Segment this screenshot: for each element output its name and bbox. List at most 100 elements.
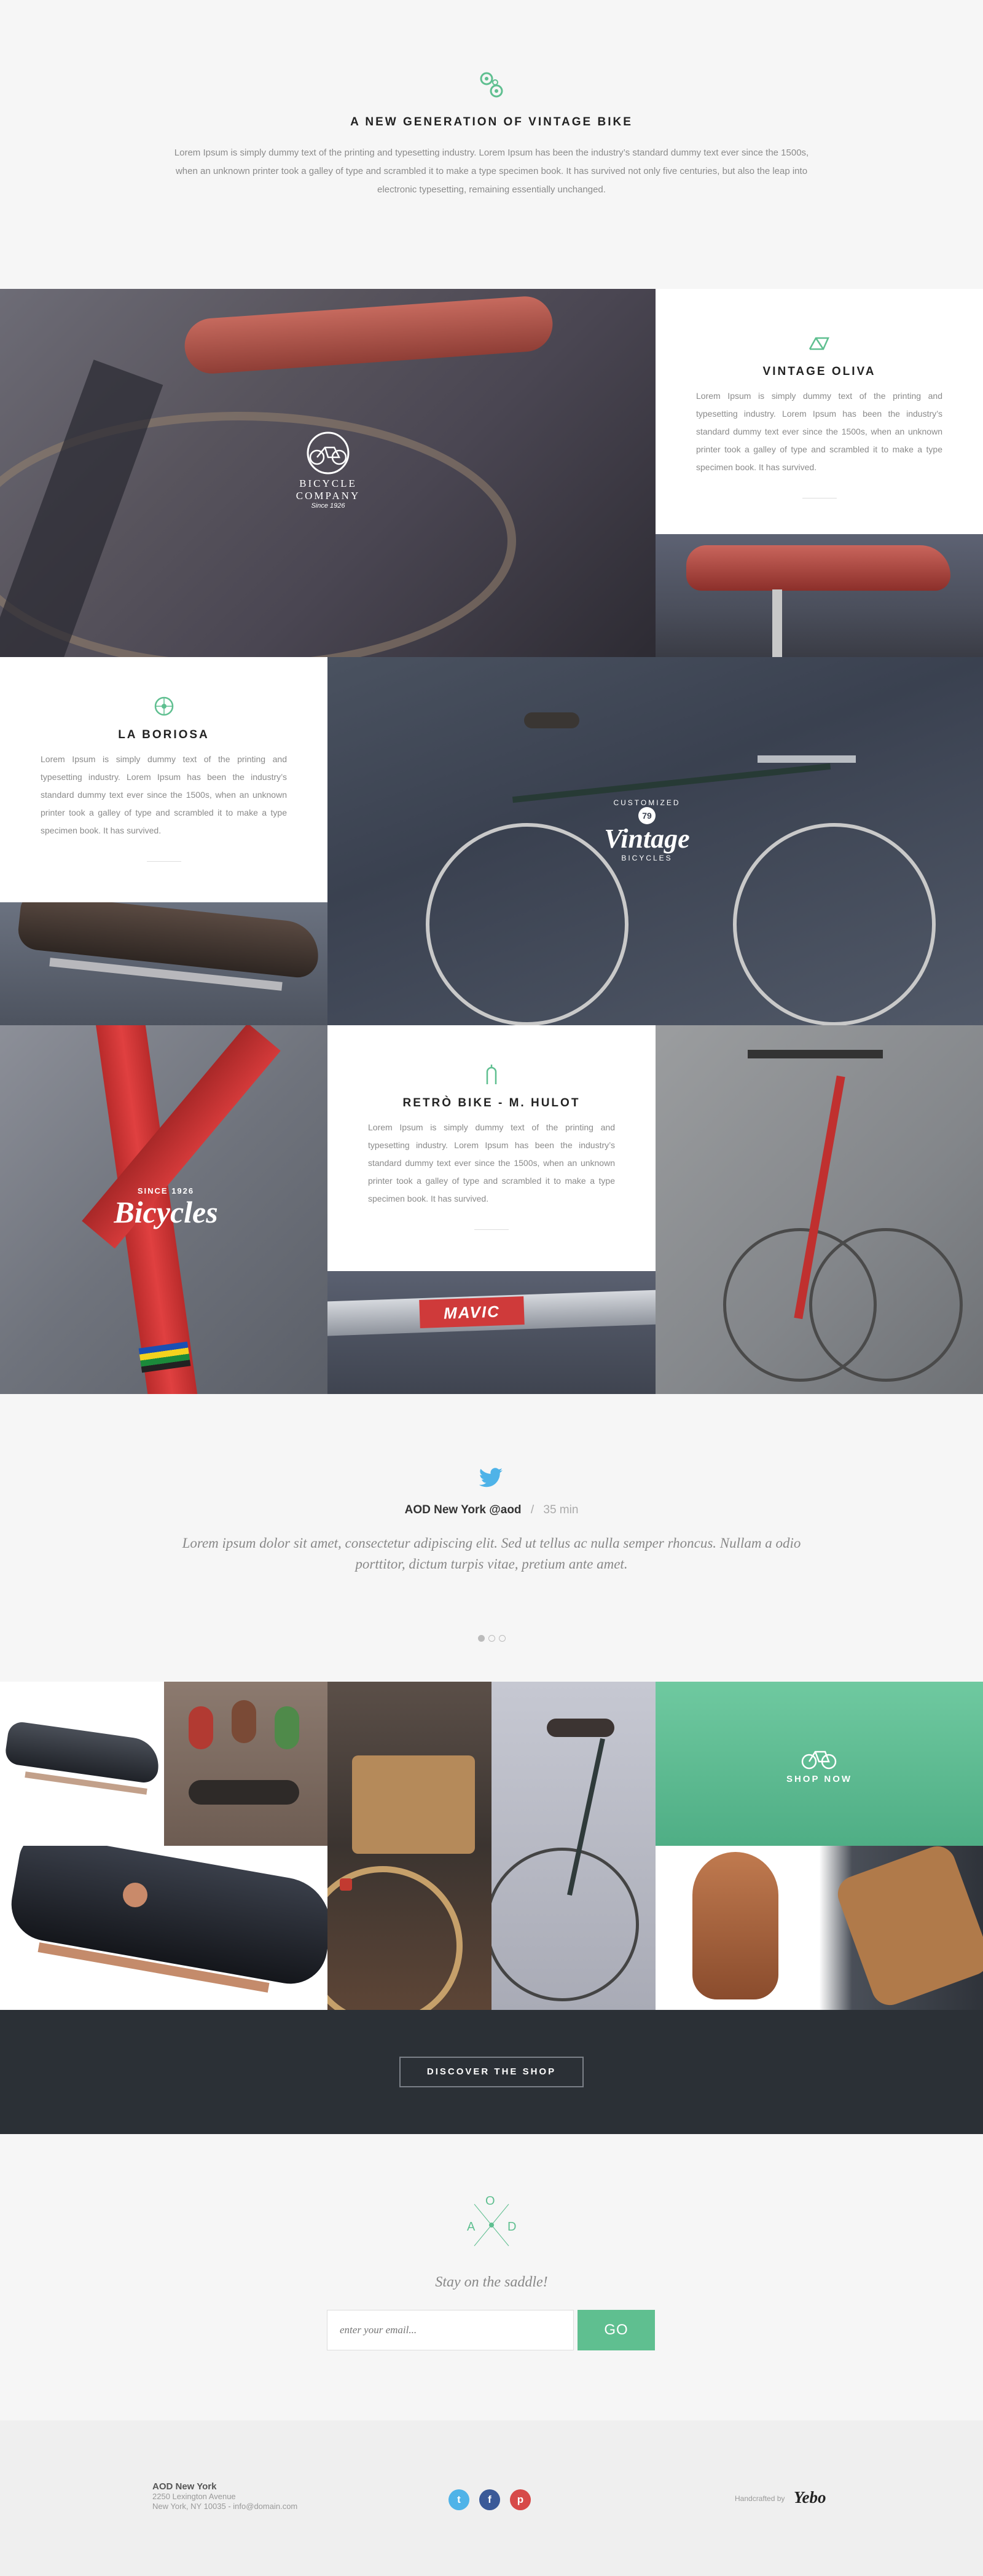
handlebar-photo: BICYCLE COMPANY Since 1926 <box>0 289 656 657</box>
twitter-icon[interactable]: t <box>448 2489 469 2510</box>
wheel-icon <box>154 696 173 716</box>
saddle-red <box>189 1706 213 1749</box>
card-divider <box>146 861 181 862</box>
shop-item-saddle-closeup[interactable] <box>0 1846 327 2010</box>
logo-line3: Since 1926 <box>311 502 345 510</box>
card-vintage-oliva: VINTAGE OLIVA Lorem Ipsum is simply dumm… <box>656 289 983 541</box>
handlebar <box>748 1050 883 1058</box>
shop-item-bike[interactable] <box>492 1682 656 2010</box>
footer-address-line2: New York, NY 10035 - info@domain.com <box>152 2502 298 2511</box>
saddle-photo <box>656 534 983 657</box>
mark-letter-o: O <box>485 2194 495 2208</box>
card-retro-bike: RETRÒ BIKE - M. HULOT Lorem Ipsum is sim… <box>327 1025 656 1278</box>
footer: AOD New York 2250 Lexington Avenue New Y… <box>0 2420 983 2576</box>
tweet-handle[interactable]: @aod <box>489 1503 521 1516</box>
footer-address-line1: 2250 Lexington Avenue <box>152 2492 236 2501</box>
card-text: Lorem Ipsum is simply dummy text of the … <box>41 754 287 835</box>
discover-section: DISCOVER THE SHOP <box>0 2010 983 2134</box>
yebo-logo[interactable]: Yebo <box>794 2488 826 2507</box>
handlebar-tape <box>182 294 555 376</box>
facebook-icon[interactable]: f <box>479 2489 500 2510</box>
tweet-separator: / <box>530 1503 535 1516</box>
tweet-author: AOD New York <box>404 1503 486 1516</box>
gears-icon <box>480 72 503 98</box>
shop-item-bag[interactable] <box>327 1682 492 2010</box>
saddle-green <box>275 1706 299 1749</box>
saddle-leather <box>686 545 950 591</box>
rear-wheel <box>809 1228 963 1382</box>
tweet-section: AOD New York @aod / 35 min Lorem ipsum d… <box>0 1394 983 1682</box>
red-bike-wall-photo <box>656 1025 983 1394</box>
footer-contact: AOD New York 2250 Lexington Avenue New Y… <box>152 2482 297 2511</box>
leather-bag <box>352 1755 475 1854</box>
intro-section: A NEW GENERATION OF VINTAGE BIKE Lorem I… <box>0 0 983 289</box>
bike-frame-icon <box>809 337 829 350</box>
card-title: RETRÒ BIKE - M. HULOT <box>402 1097 581 1109</box>
discover-shop-button[interactable]: DISCOVER THE SHOP <box>399 2057 584 2087</box>
intro-title: A NEW GENERATION OF VINTAGE BIKE <box>350 116 633 128</box>
card-text: Lorem Ipsum is simply dummy text of the … <box>368 1122 615 1203</box>
card-title: LA BORIOSA <box>118 728 210 741</box>
handcrafted-label: Handcrafted by <box>735 2494 785 2503</box>
red-frame-photo: SINCE 1926 Bicycles <box>0 1025 327 1394</box>
rim-photo: MAVIC <box>327 1271 656 1394</box>
bicycles-logo: SINCE 1926 Bicycles <box>92 1186 240 1229</box>
saddle <box>692 1852 778 1999</box>
footer-company-name: AOD New York <box>152 2481 217 2492</box>
rivet <box>123 1883 147 1907</box>
card-divider <box>474 1229 509 1230</box>
saddle-leather <box>16 902 322 980</box>
rim-label: MAVIC <box>419 1296 525 1328</box>
vintage-logo: CUSTOMIZED 79 Vintage BICYCLES <box>585 798 708 862</box>
mark-letter-d: D <box>507 2220 517 2234</box>
saddle-black <box>189 1780 299 1805</box>
logo-word: Vintage <box>604 824 690 854</box>
tweet-time: 35 min <box>543 1503 579 1516</box>
bicycle-company-logo: BICYCLE COMPANY Since 1926 <box>285 431 371 510</box>
intro-text: Lorem Ipsum is simply dummy text of the … <box>174 148 809 195</box>
handlebar <box>758 755 856 763</box>
tweet-text: Lorem ipsum dolor sit amet, consectetur … <box>182 1535 801 1572</box>
wheel <box>492 1848 639 2001</box>
saddle <box>547 1719 614 1737</box>
shop-item-saddle-display[interactable] <box>164 1682 327 1846</box>
newsletter-tagline: Stay on the saddle! <box>435 2274 548 2290</box>
slider-dot-2[interactable] <box>488 1635 495 1642</box>
tweet-meta: AOD New York @aod / 35 min <box>0 1503 983 1517</box>
bicycle-icon <box>801 1751 837 1770</box>
shop-now-label[interactable]: SHOP NOW <box>656 1774 983 1784</box>
subscribe-button[interactable]: GO <box>578 2310 655 2350</box>
card-text: Lorem Ipsum is simply dummy text of the … <box>696 391 942 472</box>
fork-icon <box>486 1065 497 1084</box>
saddle <box>524 712 579 728</box>
logo-word: Bicycles <box>114 1195 218 1229</box>
mark-letter-a: A <box>467 2220 476 2234</box>
logo-number: 79 <box>638 807 656 824</box>
slider-dots <box>474 1634 509 1642</box>
vintage-bike-photo: CUSTOMIZED 79 Vintage BICYCLES <box>327 657 983 1025</box>
shop-item-brown-saddle[interactable] <box>656 1846 983 2010</box>
newsletter-section: O A D Stay on the saddle! GO <box>0 2134 983 2420</box>
slider-dot-1[interactable] <box>477 1635 485 1642</box>
twitter-icon <box>479 1468 503 1487</box>
pinterest-icon[interactable]: p <box>510 2489 531 2510</box>
leather-bag <box>832 1846 983 2010</box>
bicycle-icon <box>307 431 350 475</box>
shop-item-saddle-black[interactable] <box>0 1682 164 1846</box>
shop-now-tile[interactable]: SHOP NOW <box>656 1682 983 1846</box>
logo-top: CUSTOMIZED <box>613 798 681 807</box>
top-tube <box>512 763 831 803</box>
logo-bottom: BICYCLES <box>621 854 673 862</box>
tail-light <box>340 1878 352 1891</box>
slider-dot-3[interactable] <box>498 1635 506 1642</box>
rear-wheel <box>733 823 936 1025</box>
logo-line1: BICYCLE <box>299 478 357 489</box>
email-field[interactable] <box>327 2310 574 2350</box>
brown-saddle-photo <box>0 902 327 1025</box>
seat-post <box>772 589 782 657</box>
card-title: VINTAGE OLIVA <box>762 365 876 378</box>
logo-line2: COMPANY <box>296 490 361 502</box>
logo-since: SINCE 1926 <box>137 1186 195 1195</box>
card-la-boriosa: LA BORIOSA Lorem Ipsum is simply dummy t… <box>0 657 327 909</box>
saddle-brown <box>232 1700 256 1743</box>
